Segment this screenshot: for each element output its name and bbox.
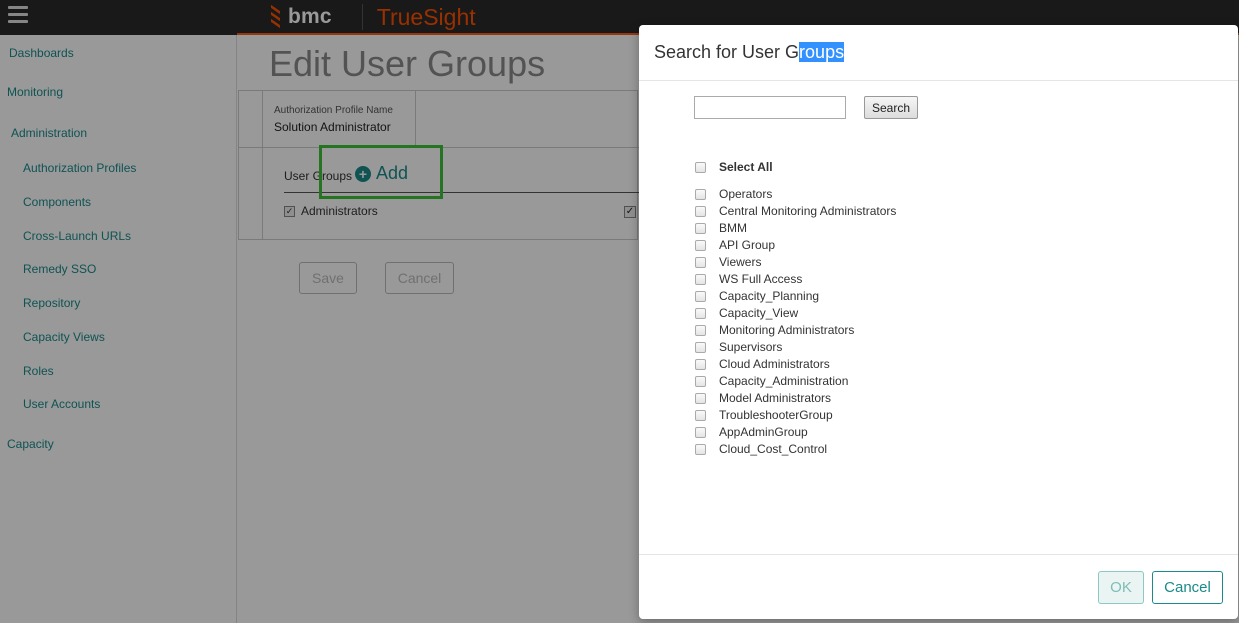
group-row[interactable]: Central Monitoring Administrators bbox=[695, 204, 896, 218]
dialog-title-prefix: Search for User G bbox=[654, 42, 800, 62]
search-button[interactable]: Search bbox=[864, 96, 918, 119]
ok-button[interactable]: OK bbox=[1098, 571, 1144, 604]
group-label: BMM bbox=[719, 221, 747, 235]
group-checkbox[interactable] bbox=[695, 239, 706, 251]
group-label: TroubleshooterGroup bbox=[719, 408, 833, 422]
group-label: Cloud Administrators bbox=[719, 357, 830, 371]
group-row[interactable]: Cloud Administrators bbox=[695, 357, 830, 371]
cancel-button[interactable]: Cancel bbox=[1152, 571, 1223, 604]
group-checkbox[interactable] bbox=[695, 392, 706, 404]
group-label: Capacity_Planning bbox=[719, 289, 820, 303]
group-label: Monitoring Administrators bbox=[719, 323, 855, 337]
group-row[interactable]: BMM bbox=[695, 221, 747, 235]
group-row[interactable]: Operators bbox=[695, 187, 772, 201]
group-checkbox[interactable] bbox=[695, 341, 706, 353]
group-row[interactable]: Model Administrators bbox=[695, 391, 831, 405]
group-label: API Group bbox=[719, 238, 776, 252]
dialog-title-selected-text: roups bbox=[799, 42, 845, 62]
group-row[interactable]: TroubleshooterGroup bbox=[695, 408, 833, 422]
dialog-header: Search for User Groups bbox=[639, 25, 1238, 81]
group-row[interactable]: AppAdminGroup bbox=[695, 425, 808, 439]
group-checkbox[interactable] bbox=[695, 426, 706, 438]
group-checkbox[interactable] bbox=[695, 307, 706, 319]
group-label: Viewers bbox=[719, 255, 762, 269]
group-row[interactable]: Viewers bbox=[695, 255, 761, 269]
group-row[interactable]: Capacity_Administration bbox=[695, 374, 848, 388]
group-row[interactable]: WS Full Access bbox=[695, 272, 802, 286]
group-row[interactable]: Monitoring Administrators bbox=[695, 323, 854, 337]
group-label: Capacity_Administration bbox=[719, 374, 849, 388]
group-label: Capacity_View bbox=[719, 306, 799, 320]
group-label: Central Monitoring Administrators bbox=[719, 204, 897, 218]
group-label: Supervisors bbox=[719, 340, 783, 354]
group-checkbox[interactable] bbox=[695, 205, 706, 217]
group-checkbox[interactable] bbox=[695, 443, 706, 455]
group-label: Operators bbox=[719, 187, 773, 201]
select-all-label: Select All bbox=[719, 160, 773, 174]
group-label: Model Administrators bbox=[719, 391, 832, 405]
group-row[interactable]: Supervisors bbox=[695, 340, 782, 354]
group-label: AppAdminGroup bbox=[719, 425, 808, 439]
group-checkbox[interactable] bbox=[695, 409, 706, 421]
select-all-row[interactable]: Select All bbox=[695, 160, 773, 174]
group-row[interactable]: Capacity_Planning bbox=[695, 289, 819, 303]
group-label: Cloud_Cost_Control bbox=[719, 442, 828, 456]
group-checkbox[interactable] bbox=[695, 290, 706, 302]
group-label: WS Full Access bbox=[719, 272, 803, 286]
group-checkbox[interactable] bbox=[695, 273, 706, 285]
group-row[interactable]: Capacity_View bbox=[695, 306, 798, 320]
group-checkbox[interactable] bbox=[695, 222, 706, 234]
select-all-checkbox[interactable] bbox=[695, 161, 706, 173]
group-checkbox[interactable] bbox=[695, 358, 706, 370]
group-checkbox[interactable] bbox=[695, 324, 706, 336]
search-input[interactable] bbox=[694, 96, 846, 119]
group-checkbox[interactable] bbox=[695, 188, 706, 200]
group-row[interactable]: API Group bbox=[695, 238, 775, 252]
group-row[interactable]: Cloud_Cost_Control bbox=[695, 442, 827, 456]
dialog-title: Search for User Groups bbox=[654, 42, 845, 63]
group-checkbox[interactable] bbox=[695, 375, 706, 387]
group-checkbox[interactable] bbox=[695, 256, 706, 268]
search-user-groups-dialog: Search for User Groups Search Select All… bbox=[639, 25, 1238, 619]
dialog-footer: OK Cancel bbox=[639, 554, 1238, 619]
